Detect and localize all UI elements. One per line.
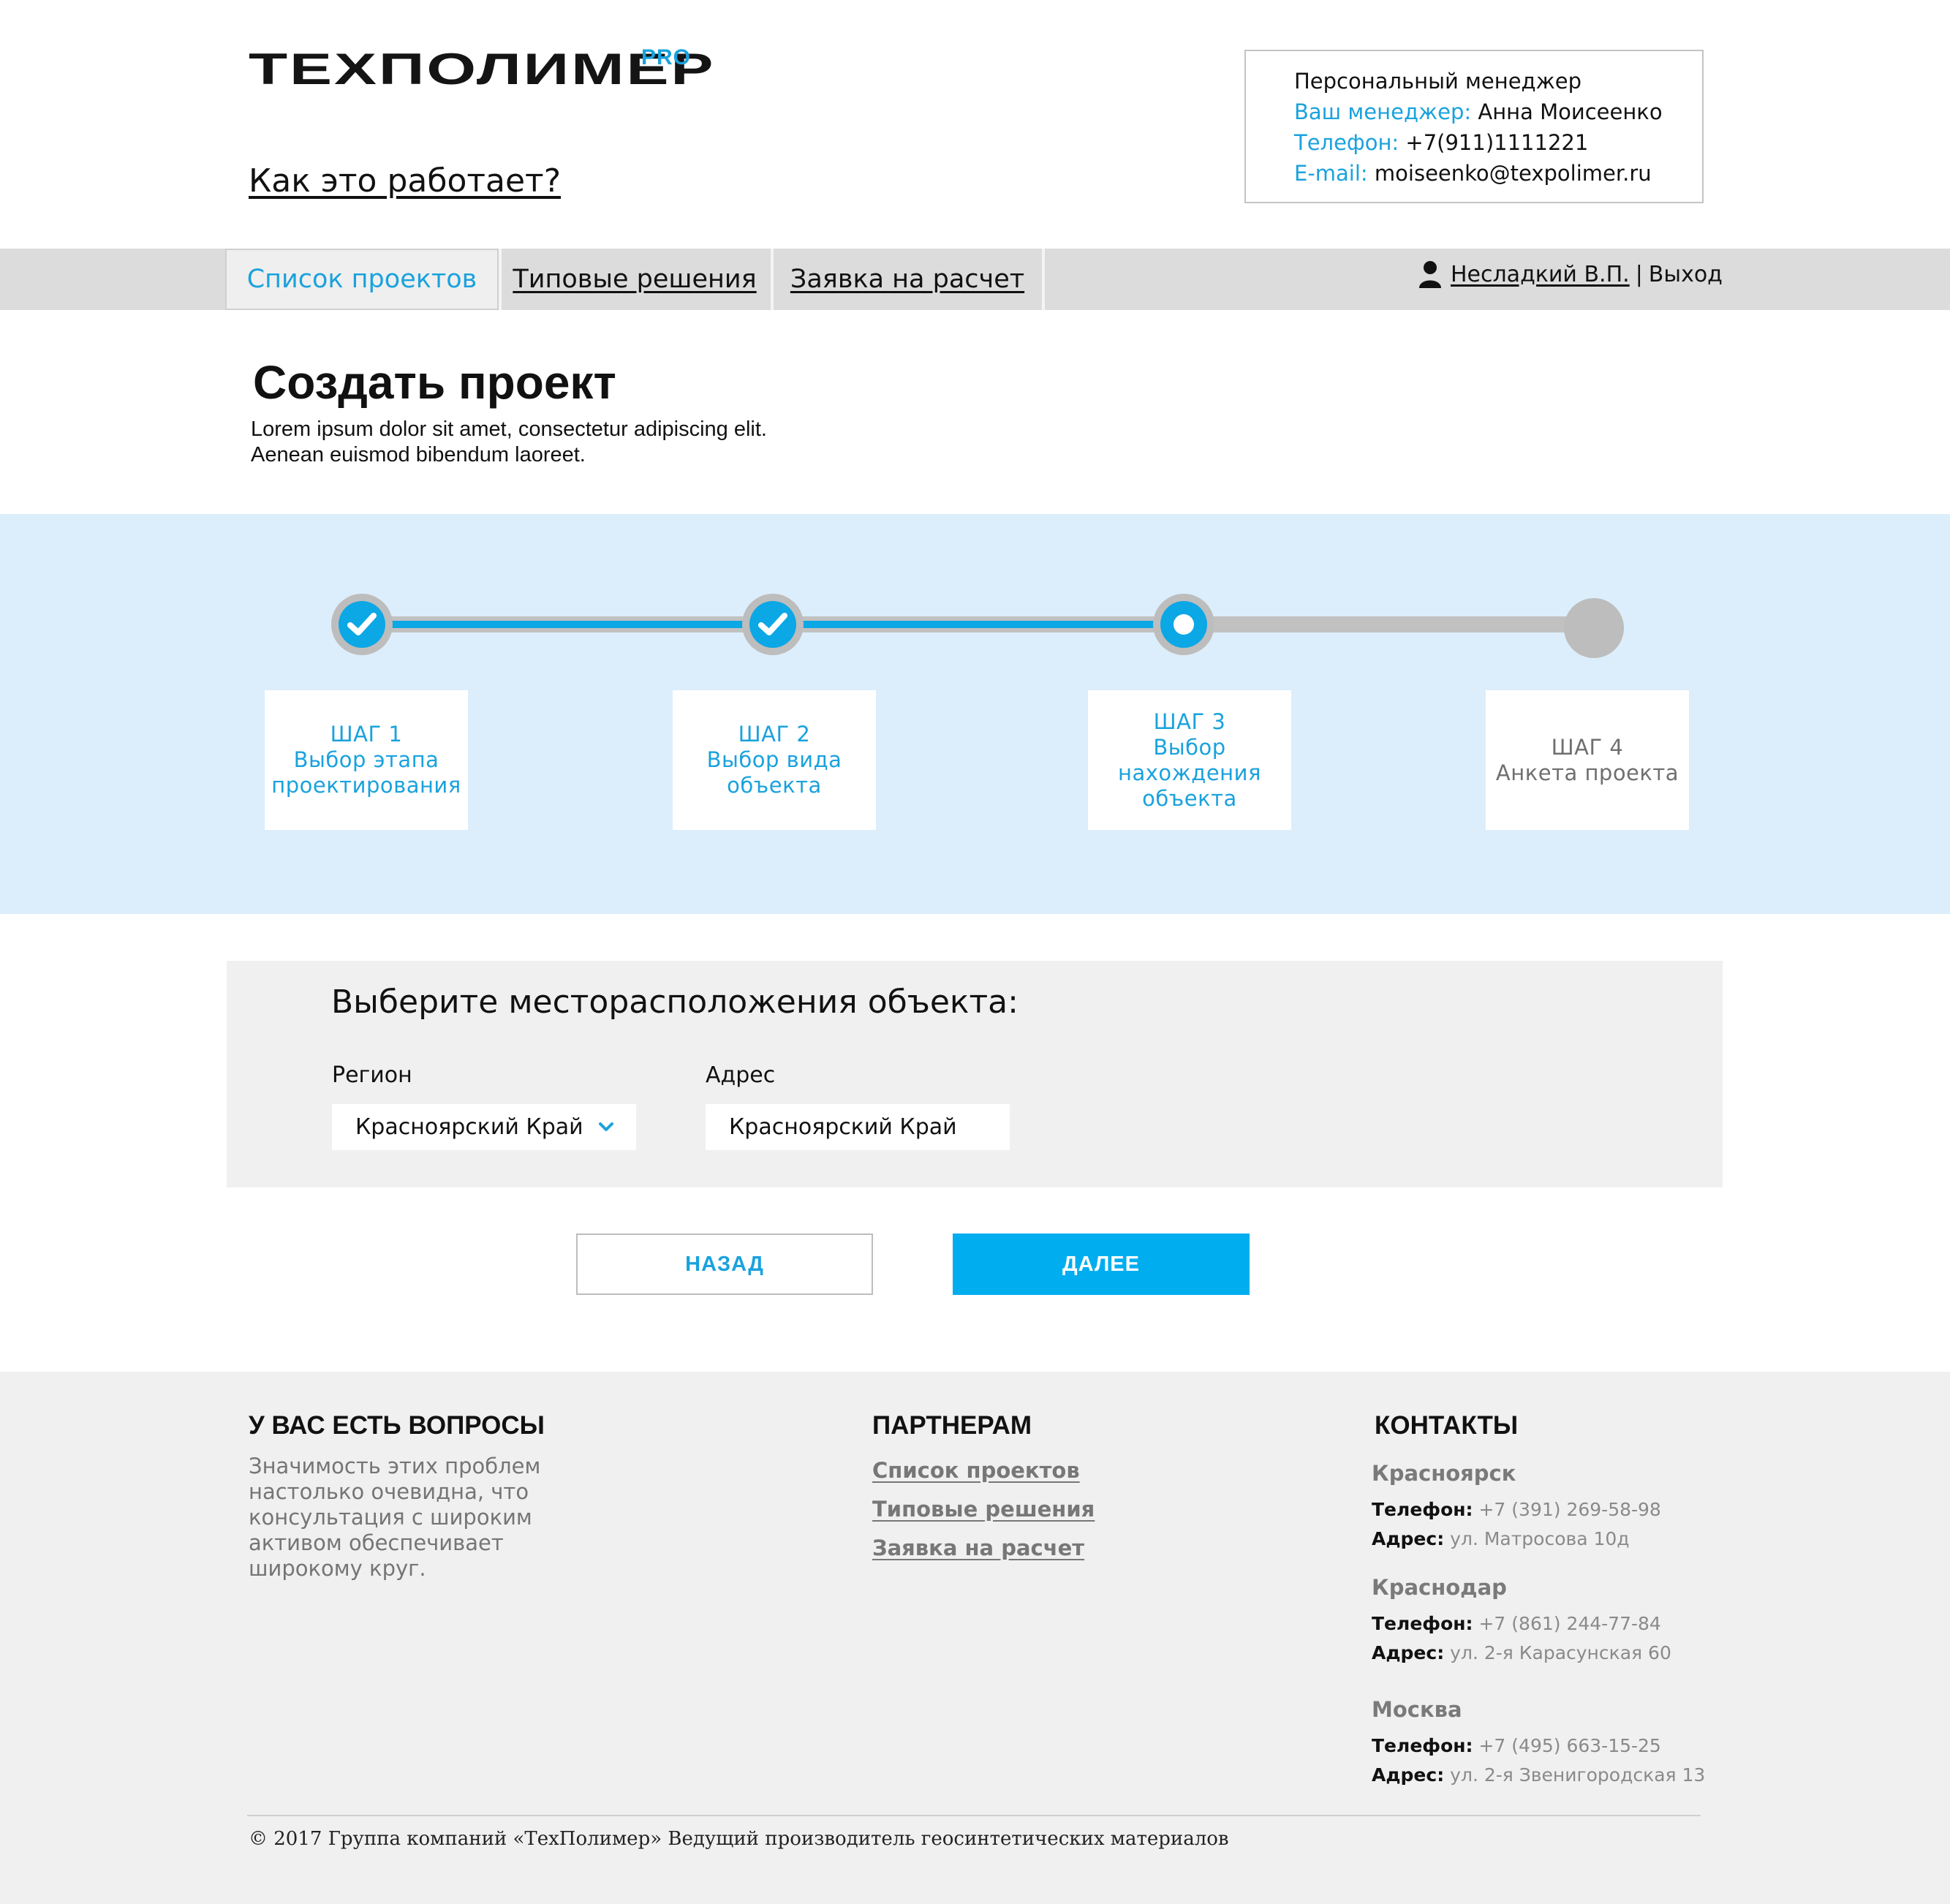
step-4-number: ШАГ 4: [1551, 734, 1624, 760]
step-1-card[interactable]: ШАГ 1 Выбор этапа проектирования: [265, 690, 468, 830]
footer-contacts-title: КОНТАКТЫ: [1375, 1411, 1519, 1440]
city-phone-row: Телефон: +7 (391) 269-58-98: [1372, 1499, 1661, 1520]
back-button[interactable]: НАЗАД: [576, 1234, 873, 1295]
city-address: ул. Матросова 10д: [1450, 1528, 1630, 1549]
user-name-link[interactable]: Несладкий В.П.: [1451, 262, 1630, 287]
brand-logo-suffix: PRO: [641, 45, 692, 69]
region-select-value: Красноярский Край: [355, 1114, 583, 1140]
city-phone[interactable]: +7 (391) 269-58-98: [1478, 1499, 1660, 1520]
step-1-title-line: Выбор этапа: [293, 747, 439, 772]
step-4-title-line: Анкета проекта: [1495, 760, 1679, 785]
tab-project-list-label: Список проектов: [246, 265, 477, 294]
user-separator: |: [1635, 261, 1643, 287]
step-2-node-fill: [749, 601, 796, 648]
step-4-node[interactable]: [1564, 598, 1624, 658]
phone-label: Телефон:: [1372, 1613, 1473, 1634]
next-button[interactable]: ДАЛЕЕ: [953, 1234, 1250, 1295]
city-phone[interactable]: +7 (861) 244-77-84: [1478, 1613, 1660, 1634]
step-1-node[interactable]: [331, 594, 393, 655]
address-label: Адрес:: [1372, 1642, 1445, 1663]
check-icon: [758, 613, 787, 635]
tab-calc-request-label: Заявка на расчет: [790, 265, 1025, 294]
step-3-number: ШАГ 3: [1153, 709, 1226, 734]
manager-phone-label: Телефон:: [1294, 130, 1399, 155]
city-name: Краснодар: [1372, 1575, 1507, 1600]
step-2-card[interactable]: ШАГ 2 Выбор вида объекта: [673, 690, 876, 830]
footer-link-project-list[interactable]: Список проектов: [872, 1458, 1080, 1483]
manager-name-label: Ваш менеджер:: [1294, 99, 1472, 124]
tab-typical-solutions-label: Типовые решения: [513, 265, 757, 294]
nav-divider: [1042, 249, 1045, 310]
chevron-down-icon: [599, 1122, 613, 1131]
region-label: Регион: [332, 1062, 412, 1088]
manager-card: Персональный менеджер Ваш менеджер: Анна…: [1244, 50, 1704, 203]
city-address-row: Адрес: ул. 2-я Звенигородская 13: [1372, 1764, 1705, 1786]
manager-phone-row: Телефон: +7(911)1111221: [1294, 127, 1702, 158]
footer-link-typical-solutions[interactable]: Типовые решения: [872, 1497, 1095, 1522]
manager-email[interactable]: moiseenko@texpolimer.ru: [1375, 161, 1652, 186]
footer-link-calc-request[interactable]: Заявка на расчет: [872, 1535, 1084, 1560]
footer-partners-title: ПАРТНЕРАМ: [872, 1411, 1032, 1440]
tab-project-list[interactable]: Список проектов: [225, 249, 499, 310]
copyright: © 2017 Группа компаний «ТехПолимер» Веду…: [249, 1828, 1229, 1850]
form-heading: Выберите месторасположения объекта:: [331, 983, 1019, 1021]
page-description-line: Lorem ipsum dolor sit amet, consectetur …: [251, 418, 767, 441]
step-3-title-line: Выбор: [1153, 734, 1226, 760]
user-menu: Несладкий В.П. | Выход: [1418, 260, 1723, 289]
page-description: Lorem ipsum dolor sit amet, consectetur …: [251, 417, 909, 468]
step-4-card[interactable]: ШАГ 4 Анкета проекта: [1486, 690, 1689, 830]
address-field[interactable]: Красноярский Край: [706, 1104, 1010, 1150]
manager-name: Анна Моисеенко: [1478, 99, 1663, 124]
step-3-card[interactable]: ШАГ 3 Выбор нахождения объекта: [1088, 690, 1291, 830]
page-title: Создать проект: [253, 356, 616, 409]
city-address-row: Адрес: ул. Матросова 10д: [1372, 1528, 1630, 1549]
user-icon: [1419, 261, 1441, 288]
footer-divider: [247, 1815, 1701, 1816]
step-3-title-line: объекта: [1142, 785, 1237, 811]
city-phone-row: Телефон: +7 (495) 663-15-25: [1372, 1735, 1661, 1756]
city-phone[interactable]: +7 (495) 663-15-25: [1478, 1735, 1660, 1756]
phone-label: Телефон:: [1372, 1735, 1473, 1756]
city-address: ул. 2-я Карасунская 60: [1450, 1642, 1671, 1663]
step-3-title-line: нахождения: [1118, 760, 1261, 785]
tab-calc-request[interactable]: Заявка на расчет: [773, 249, 1042, 310]
city-name: Красноярск: [1372, 1461, 1516, 1486]
check-icon: [347, 613, 377, 635]
address-label: Адрес:: [1372, 1764, 1445, 1786]
footer-questions-text: Значимость этих проблем настолько очевид…: [249, 1454, 541, 1581]
page-description-line: Aenean euismod bibendum laoreet.: [251, 443, 586, 466]
step-1-title-line: проектирования: [271, 773, 461, 798]
tab-typical-solutions[interactable]: Типовые решения: [499, 249, 771, 310]
manager-email-row: E-mail: moiseenko@texpolimer.ru: [1294, 158, 1702, 189]
city-phone-row: Телефон: +7 (861) 244-77-84: [1372, 1613, 1661, 1634]
address-field-value: Красноярский Край: [729, 1114, 957, 1140]
address-label: Адрес:: [1372, 1528, 1445, 1549]
how-it-works-link[interactable]: Как это работает?: [249, 162, 561, 200]
footer-questions-title: У ВАС ЕСТЬ ВОПРОСЫ: [249, 1411, 545, 1440]
phone-label: Телефон:: [1372, 1499, 1473, 1520]
step-3-node[interactable]: [1153, 594, 1214, 655]
city-address-row: Адрес: ул. 2-я Карасунская 60: [1372, 1642, 1671, 1663]
footer: [0, 1372, 1950, 1904]
logout-link[interactable]: Выход: [1649, 262, 1723, 287]
step-1-node-fill: [339, 601, 385, 648]
region-select[interactable]: Красноярский Край: [332, 1104, 636, 1150]
step-2-number: ШАГ 2: [738, 722, 811, 747]
address-label: Адрес: [706, 1062, 776, 1088]
step-2-title-line: Выбор вида: [706, 747, 842, 772]
manager-title: Персональный менеджер: [1294, 69, 1581, 94]
city-address: ул. 2-я Звенигородская 13: [1450, 1764, 1706, 1786]
step-2-node[interactable]: [742, 594, 804, 655]
step-3-node-fill: [1160, 601, 1207, 648]
current-step-dot: [1174, 614, 1194, 635]
manager-name-row: Ваш менеджер: Анна Моисеенко: [1294, 97, 1702, 127]
manager-phone[interactable]: +7(911)1111221: [1405, 130, 1588, 155]
manager-email-label: E-mail:: [1294, 161, 1368, 186]
city-name: Москва: [1372, 1697, 1462, 1722]
step-1-number: ШАГ 1: [330, 722, 403, 747]
step-2-title-line: объекта: [727, 773, 822, 798]
